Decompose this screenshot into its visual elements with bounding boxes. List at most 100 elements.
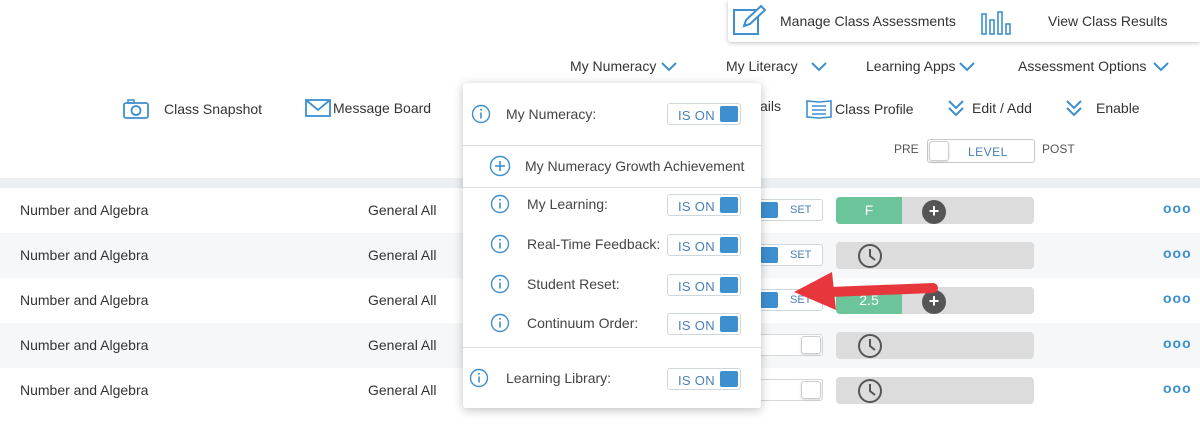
info-icon[interactable] (490, 313, 510, 333)
edit-document-icon (733, 4, 766, 35)
group-cell: General All (368, 247, 437, 263)
annotation-arrow-icon (794, 272, 938, 310)
my-numeracy-toggle[interactable]: IS ON (667, 103, 741, 125)
real-time-feedback-toggle[interactable]: IS ON (667, 234, 741, 256)
strand-cell: Number and Algebra (20, 202, 149, 218)
nav-my-literacy[interactable]: My Literacy (726, 58, 828, 74)
info-icon[interactable] (490, 194, 510, 214)
strand-cell: Number and Algebra (20, 247, 149, 263)
row-menu-icon[interactable]: ooo (1163, 335, 1192, 351)
class-snapshot-button[interactable]: Class Snapshot (122, 98, 262, 120)
nav-assessment-options[interactable]: Assessment Options (1018, 58, 1170, 74)
toggle-knob (720, 106, 738, 122)
nav-label: Assessment Options (1018, 58, 1147, 74)
double-chevron-icon (948, 100, 964, 117)
student-reset-toggle[interactable]: IS ON (667, 274, 741, 296)
double-chevron-icon (1066, 100, 1082, 117)
message-board-button[interactable]: Message Board (305, 98, 431, 118)
class-snapshot-label: Class Snapshot (164, 101, 263, 117)
row-menu-icon[interactable]: ooo (1163, 290, 1192, 306)
add-result-button[interactable]: + (922, 200, 946, 224)
real-time-feedback-label: Real-Time Feedback: (527, 236, 661, 252)
edit-add-label: Edit / Add (972, 100, 1032, 116)
class-profile-label: Class Profile (835, 101, 914, 117)
set-label: SET (790, 204, 812, 216)
clock-icon[interactable] (857, 378, 883, 404)
toggle-state: IS ON (678, 239, 715, 254)
learning-library-label: Learning Library: (506, 370, 612, 386)
toggle-knob (801, 381, 821, 399)
toggle-knob (720, 371, 738, 387)
toggle-knob (760, 247, 778, 263)
assessment-card: Manage Class Assessments View Class Resu… (728, 0, 1200, 42)
growth-achievement-link[interactable]: My Numeracy Growth Achievement (525, 158, 744, 174)
my-learning-label: My Learning: (527, 196, 608, 212)
toggle-state: IS ON (678, 199, 715, 214)
camera-icon (123, 99, 149, 119)
result-value: F (836, 197, 902, 224)
level-toggle[interactable]: LEVEL (927, 139, 1035, 163)
toggle-knob (720, 277, 738, 293)
my-learning-toggle[interactable]: IS ON (667, 194, 741, 216)
info-icon[interactable] (490, 234, 510, 254)
toggle-knob (720, 237, 738, 253)
strand-cell: Number and Algebra (20, 382, 149, 398)
view-class-results-link[interactable]: View Class Results (1048, 13, 1168, 29)
profile-list-icon (806, 100, 832, 119)
row-menu-icon[interactable]: ooo (1163, 380, 1192, 396)
message-board-label: Message Board (333, 100, 432, 116)
my-numeracy-dropdown: My Numeracy: IS ON My Numeracy Growth Ac… (463, 83, 761, 408)
info-icon[interactable] (471, 104, 491, 124)
toggle-knob (720, 197, 738, 213)
learning-library-toggle[interactable]: IS ON (667, 368, 741, 390)
level-label: LEVEL (968, 145, 1008, 159)
divider (463, 145, 761, 146)
strand-cell: Number and Algebra (20, 337, 149, 353)
manage-class-assessments-link[interactable]: Manage Class Assessments (780, 13, 956, 29)
row-menu-icon[interactable]: ooo (1163, 200, 1192, 216)
bar-chart-icon (981, 11, 1011, 35)
toggle-state: IS ON (678, 373, 715, 388)
post-label: POST (1042, 142, 1075, 156)
continuum-order-label: Continuum Order: (527, 315, 639, 331)
group-cell: General All (368, 202, 437, 218)
strand-cell: Number and Algebra (20, 292, 149, 308)
enable-label: Enable (1096, 100, 1140, 116)
enable-button[interactable]: Enable (1064, 98, 1140, 118)
plus-circle-icon[interactable] (489, 155, 511, 177)
chevron-down-icon (661, 62, 678, 72)
toggle-state: IS ON (678, 318, 715, 333)
nav-label: My Numeracy (570, 58, 657, 74)
toggle-knob (720, 316, 738, 332)
details-button[interactable]: ails (760, 98, 781, 114)
set-label: SET (790, 249, 812, 261)
details-label: ails (760, 98, 782, 114)
class-profile-button[interactable]: Class Profile (805, 98, 914, 120)
row-menu-icon[interactable]: ooo (1163, 245, 1192, 261)
divider (463, 187, 761, 188)
info-icon[interactable] (490, 274, 510, 294)
nav-label: Learning Apps (866, 58, 956, 74)
edit-add-button[interactable]: Edit / Add (946, 98, 1032, 118)
envelope-icon (305, 99, 331, 117)
group-cell: General All (368, 382, 437, 398)
toggle-knob (760, 292, 778, 308)
group-cell: General All (368, 292, 437, 308)
toggle-knob (760, 202, 778, 218)
group-cell: General All (368, 337, 437, 353)
toggle-state: IS ON (678, 279, 715, 294)
chevron-down-icon (958, 62, 975, 72)
pre-label: PRE (894, 142, 919, 156)
nav-label: My Literacy (726, 58, 798, 74)
chevron-down-icon (810, 62, 827, 72)
continuum-order-toggle[interactable]: IS ON (667, 313, 741, 335)
clock-icon[interactable] (857, 333, 883, 359)
info-icon[interactable] (469, 368, 489, 388)
student-reset-label: Student Reset: (527, 276, 620, 292)
nav-learning-apps[interactable]: Learning Apps (866, 58, 976, 74)
nav-my-numeracy[interactable]: My Numeracy (570, 58, 678, 74)
chevron-down-icon (1153, 62, 1170, 72)
toggle-state: IS ON (678, 108, 715, 123)
my-numeracy-label: My Numeracy: (506, 106, 597, 122)
toggle-knob (801, 336, 821, 354)
